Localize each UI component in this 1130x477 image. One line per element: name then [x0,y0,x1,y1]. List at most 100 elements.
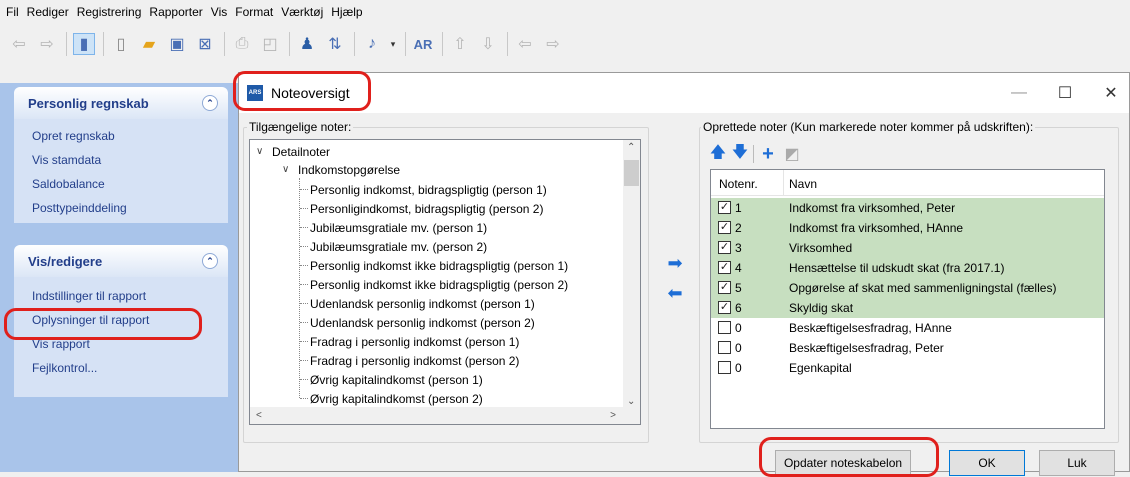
expand-icon[interactable]: ∨ [256,146,268,157]
indent-right-icon[interactable]: ⇨ [542,33,564,55]
note-checkbox[interactable] [718,361,731,374]
menu-rapporter[interactable]: Rapporter [149,5,202,19]
tree-node-detailnoter[interactable]: ∨ Detailnoter [256,142,330,161]
nav-item-opret-regnskab[interactable]: Opret regnskab [32,129,228,153]
collapse-icon[interactable]: ⌃ [202,253,218,269]
list-item[interactable]: ✓ 6 Skyldig skat [711,298,1104,318]
list-item[interactable]: 0 Egenkapital [711,358,1104,378]
menu-fil[interactable]: Fil [6,5,19,19]
nav-item-posttypeinddeling[interactable]: Posttypeinddeling [32,201,228,225]
scroll-left-icon[interactable]: < [256,410,262,421]
tree-leaf[interactable]: Personlig indkomst ikke bidragspligtig (… [310,275,568,294]
menu-rediger[interactable]: Rediger [27,5,69,19]
scroll-thumb[interactable] [624,160,639,186]
move-up-arrow-icon[interactable]: 🡅 [709,144,727,163]
ar-icon[interactable]: AR [412,33,434,55]
tree-node-indkomstopgoerelse[interactable]: ∨ Indkomstopgørelse [282,160,400,179]
tree-leaf[interactable]: Øvrig kapitalindkomst (person 1) [310,370,483,389]
note-checkbox[interactable]: ✓ [718,261,731,274]
notes-tree[interactable]: ∨ Detailnoter ∨ Indkomstopgørelse Person… [249,139,641,425]
ok-button[interactable]: OK [949,450,1025,476]
print-preview-icon[interactable]: ◰ [259,33,281,55]
nav-item-vis-stamdata[interactable]: Vis stamdata [32,153,228,177]
close-button[interactable]: Luk [1039,450,1115,476]
move-left-arrow-icon[interactable]: ⬅ [665,283,685,303]
nav-item-vis-rapport[interactable]: Vis rapport [32,337,228,361]
noteoversigt-dialog: ARS Noteoversigt — ☐ ✕ Tilgængelige note… [233,71,1130,477]
column-header-navn[interactable]: Navn [789,177,817,191]
menu-hjaelp[interactable]: Hjælp [331,5,362,19]
move-down-icon[interactable]: ⇩ [477,33,499,55]
note-checkbox[interactable] [718,321,731,334]
tree-guide-line [300,189,308,190]
nav-item-fejlkontrol[interactable]: Fejlkontrol... [32,361,228,385]
menu-format[interactable]: Format [235,5,273,19]
group-header-personlig-regnskab[interactable]: Personlig regnskab ⌃ [14,87,228,119]
move-right-arrow-icon[interactable]: ➡ [665,253,685,273]
note-checkbox[interactable]: ✓ [718,281,731,294]
toolbar-separator [354,32,355,56]
tree-leaf[interactable]: Personlig indkomst ikke bidragspligtig (… [310,256,568,275]
expand-icon[interactable]: ∨ [282,164,294,175]
tree-leaf[interactable]: Udenlandsk personlig indkomst (person 2) [310,313,535,332]
tree-leaf[interactable]: Udenlandsk personlig indkomst (person 1) [310,294,535,313]
maximize-icon[interactable]: ☐ [1045,79,1085,107]
open-folder-icon[interactable]: ▰ [138,33,160,55]
move-up-icon[interactable]: ⇧ [449,33,471,55]
music-icon[interactable]: ♪ [361,33,383,55]
scroll-down-icon[interactable]: ⌄ [627,396,635,407]
horizontal-scrollbar[interactable]: < > [250,407,640,424]
collapse-icon[interactable]: ⌃ [202,95,218,111]
list-item[interactable]: ✓ 3 Virksomhed [711,238,1104,258]
list-item[interactable]: 0 Beskæftigelsesfradrag, Peter [711,338,1104,358]
forward-icon[interactable]: ⇨ [36,33,58,55]
annotation-oval [759,437,939,477]
tree-leaf[interactable]: Personlig indkomst, bidragspligtig (pers… [310,180,547,199]
list-item[interactable]: ✓ 2 Indkomst fra virksomhed, HAnne [711,218,1104,238]
note-checkbox[interactable] [718,341,731,354]
save-icon[interactable]: ▣ [166,33,188,55]
users-icon[interactable]: ♟ [296,33,318,55]
column-header-notenr[interactable]: Notenr. [719,177,758,191]
tree-leaf[interactable]: Personligindkomst, bidragspligtig (perso… [310,199,543,218]
minimize-icon[interactable]: — [999,79,1039,107]
group-header-vis-redigere[interactable]: Vis/redigere ⌃ [14,245,228,277]
menu-registrering[interactable]: Registrering [77,5,142,19]
dropdown-arrow-icon[interactable]: ▾ [389,33,397,55]
back-icon[interactable]: ⇦ [8,33,30,55]
navigation-pane: Personlig regnskab ⌃ Opret regnskab Vis … [0,83,238,472]
menu-vaerktoej[interactable]: Værktøj [281,5,323,19]
note-checkbox[interactable]: ✓ [718,241,731,254]
sort-icon[interactable]: ⇅ [324,33,346,55]
note-name: Indkomst fra virksomhed, HAnne [789,221,964,235]
list-header: Notenr. Navn [711,170,1104,196]
edit-icon[interactable]: ◩ [783,145,801,163]
list-item[interactable]: ✓ 4 Hensættelse til udskudt skat (fra 2017… [711,258,1104,278]
tree-leaf[interactable]: Jubilæumsgratiale mv. (person 2) [310,237,487,256]
note-checkbox[interactable]: ✓ [718,221,731,234]
tree-leaf[interactable]: Fradrag i personlig indkomst (person 2) [310,351,519,370]
print-icon[interactable]: ⎙ [231,33,253,55]
scroll-up-icon[interactable]: ⌃ [627,142,635,153]
tree-leaf[interactable]: Fradrag i personlig indkomst (person 1) [310,332,519,351]
note-checkbox[interactable]: ✓ [718,301,731,314]
list-item[interactable]: 0 Beskæftigelsesfradrag, HAnne [711,318,1104,338]
close-file-icon[interactable]: ⊠ [194,33,216,55]
tree-leaf[interactable]: Jubilæumsgratiale mv. (person 1) [310,218,487,237]
new-document-icon[interactable]: ▯ [110,33,132,55]
list-item[interactable]: ✓ 1 Indkomst fra virksomhed, Peter [711,198,1104,218]
close-icon[interactable]: ✕ [1091,79,1130,107]
dialog-titlebar: ARS Noteoversigt — ☐ ✕ [239,73,1129,113]
add-icon[interactable]: + [759,143,777,165]
menu-vis[interactable]: Vis [211,5,227,19]
indent-left-icon[interactable]: ⇦ [514,33,536,55]
nav-item-saldobalance[interactable]: Saldobalance [32,177,228,201]
tree-leaf[interactable]: Øvrig kapitalindkomst (person 2) [310,389,483,408]
move-down-arrow-icon[interactable]: 🡇 [731,144,749,163]
scroll-right-icon[interactable]: > [610,410,616,421]
panel-toggle-icon[interactable]: ▮ [73,33,95,55]
vertical-scrollbar[interactable]: ⌃ ⌄ [623,140,640,409]
note-checkbox[interactable]: ✓ [718,201,731,214]
list-item[interactable]: ✓ 5 Opgørelse af skat med sammenligningsta… [711,278,1104,298]
created-notes-list[interactable]: Notenr. Navn ✓ 1 Indkomst fra virksomhed, … [710,169,1105,429]
